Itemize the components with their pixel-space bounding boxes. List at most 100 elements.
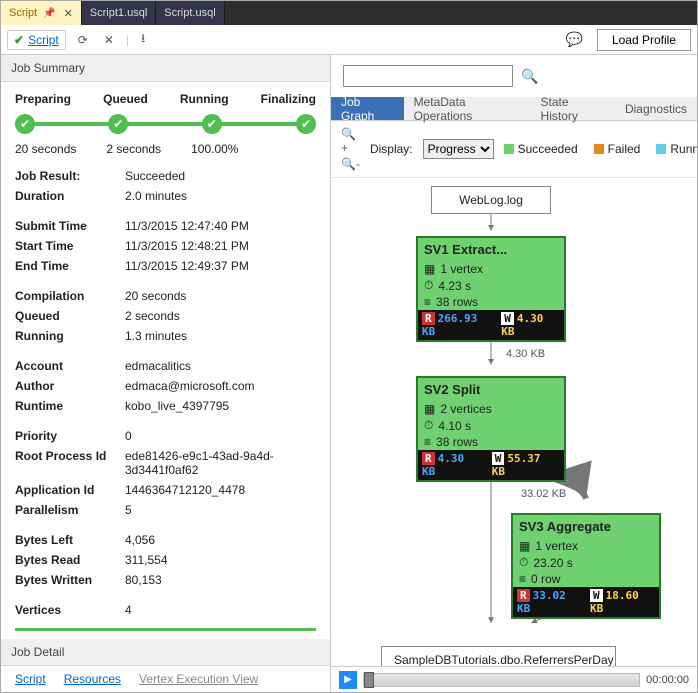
summary-value: 2.0 minutes	[125, 189, 316, 203]
node-title: SV3 Aggregate	[513, 515, 659, 538]
summary-value: 4	[125, 603, 316, 617]
clock-icon: ⏱	[424, 278, 433, 293]
summary-key: Submit Time	[15, 219, 125, 233]
stage-running: Running	[180, 92, 229, 106]
display-row: 🔍+ 🔍- Display: Progress Succeeded Failed…	[331, 121, 697, 178]
script-button-label: Script	[28, 33, 59, 47]
playback-time: 00:00:00	[646, 674, 689, 686]
script-button[interactable]: ✔ Script	[7, 30, 66, 50]
edge-label: 4.30 KB	[506, 348, 545, 360]
tab-job-graph[interactable]: Job Graph	[331, 97, 404, 120]
graph-node-sv3[interactable]: SV3 Aggregate ▦1 vertex ⏱23.20 s ≡0 row …	[511, 513, 661, 619]
node-time: 4.23 s	[438, 279, 471, 293]
graph-output-node[interactable]: SampleDBTutorials.dbo.ReferrersPerDay	[381, 646, 616, 666]
refresh-icon[interactable]: ⟳	[74, 31, 92, 49]
feedback-icon[interactable]: 💬	[566, 31, 583, 48]
summary-key: End Time	[15, 259, 125, 273]
node-label: WebLog.log	[459, 193, 523, 207]
load-profile-button[interactable]: Load Profile	[597, 29, 691, 51]
cancel-icon[interactable]: ✕	[100, 31, 118, 49]
tab-state-history[interactable]: State History	[531, 97, 615, 120]
summary-row: Compilation20 seconds	[1, 286, 330, 306]
summary-row: Vertices4	[1, 600, 330, 620]
graph-node-sv1[interactable]: SV1 Extract... ▦1 vertex ⏱4.23 s ≡38 row…	[416, 236, 566, 342]
tab-label: Script1.usql	[90, 7, 147, 19]
summary-value: 5	[125, 503, 316, 517]
summary-key: Account	[15, 359, 125, 373]
summary-key: Vertices	[15, 603, 125, 617]
download-icon[interactable]: ⭳	[137, 27, 149, 52]
tab-script[interactable]: Script 📌 ✕	[1, 1, 82, 25]
summary-value: 80,153	[125, 573, 316, 587]
close-icon[interactable]: ✕	[64, 7, 73, 20]
summary-row: Queued2 seconds	[1, 306, 330, 326]
summary-value: ede81426-e9c1-43ad-9a4d-3d3441f0af62	[125, 449, 316, 477]
legend-label: Succeeded	[518, 142, 578, 156]
summary-value: edmacalitics	[125, 359, 316, 373]
stage-dot: ✔	[202, 114, 222, 134]
summary-key: Root Process Id	[15, 449, 125, 477]
playback-thumb[interactable]	[364, 672, 374, 688]
zoom-in-icon[interactable]: 🔍+	[341, 127, 360, 155]
summary-value: 11/3/2015 12:47:40 PM	[125, 219, 316, 233]
display-select[interactable]: Progress	[423, 139, 494, 159]
tab-script-usql[interactable]: Script.usql	[156, 1, 224, 25]
summary-value: 11/3/2015 12:49:37 PM	[125, 259, 316, 273]
graph-node-sv2[interactable]: SV2 Split ▦2 vertices ⏱4.10 s ≡38 rows R…	[416, 376, 566, 482]
summary-row: Root Process Idede81426-e9c1-43ad-9a4d-3…	[1, 446, 330, 480]
node-label: SampleDBTutorials.dbo.ReferrersPerDay	[394, 653, 614, 666]
graph-canvas[interactable]: WebLog.log SV1 Extract... ▦1 vertex ⏱4.2…	[331, 178, 697, 666]
node-rows: 38 rows	[436, 435, 478, 449]
stage-dot: ✔	[108, 114, 128, 134]
pin-icon: 📌	[43, 8, 55, 19]
rows-icon: ≡	[424, 435, 431, 449]
vertices-icon: ▦	[519, 539, 530, 553]
summary-key: Bytes Written	[15, 573, 125, 587]
document-tabs: Script 📌 ✕ Script1.usql Script.usql	[1, 1, 697, 25]
graph-input-node[interactable]: WebLog.log	[431, 186, 551, 214]
summary-key: Application Id	[15, 483, 125, 497]
zoom-out-icon[interactable]: 🔍-	[341, 157, 360, 171]
tab-diagnostics[interactable]: Diagnostics	[615, 97, 697, 120]
summary-row: Bytes Left4,056	[1, 530, 330, 550]
legend-label: Running	[670, 142, 697, 156]
job-summary-panel: Job Summary Preparing Queued Running Fin…	[1, 55, 331, 692]
summary-value: edmaca@microsoft.com	[125, 379, 316, 393]
summary-key: Priority	[15, 429, 125, 443]
summary-key: Start Time	[15, 239, 125, 253]
tab-script1-usql[interactable]: Script1.usql	[82, 1, 156, 25]
detail-link-vev[interactable]: Vertex Execution View	[139, 672, 258, 686]
playback-track[interactable]	[363, 673, 640, 687]
stage-labels: Preparing Queued Running Finalizing	[1, 82, 330, 106]
summary-key: Compilation	[15, 289, 125, 303]
summary-key: Runtime	[15, 399, 125, 413]
search-icon[interactable]: 🔍	[521, 68, 538, 85]
summary-row: Runtimekobo_live_4397795	[1, 396, 330, 416]
play-button[interactable]: ▶	[339, 671, 357, 689]
node-vertices: 1 vertex	[440, 262, 483, 276]
summary-row: Priority0	[1, 426, 330, 446]
summary-row: End Time11/3/2015 12:49:37 PM	[1, 256, 330, 276]
clock-icon: ⏱	[519, 555, 528, 570]
stage-finalizing: Finalizing	[261, 92, 316, 106]
summary-value: 1446364712120_4478	[125, 483, 316, 497]
summary-value: Succeeded	[125, 169, 316, 183]
job-summary-header: Job Summary	[1, 55, 330, 82]
detail-links: Script Resources Vertex Execution View	[1, 666, 330, 692]
summary-key: Bytes Left	[15, 533, 125, 547]
tab-metadata-operations[interactable]: MetaData Operations	[404, 97, 531, 120]
right-tabs: Job Graph MetaData Operations State Hist…	[331, 97, 697, 121]
search-input[interactable]	[343, 65, 513, 87]
summary-row: Bytes Written80,153	[1, 570, 330, 590]
summary-value: 1.3 minutes	[125, 329, 316, 343]
search-row: 🔍	[331, 55, 697, 97]
edge-label: 33.02 KB	[521, 488, 566, 500]
summary-row: Application Id1446364712120_4478	[1, 480, 330, 500]
summary-key: Running	[15, 329, 125, 343]
stage-dot: ✔	[296, 114, 316, 134]
node-rows: 38 rows	[436, 295, 478, 309]
job-graph-panel: 🔍 Job Graph MetaData Operations State Hi…	[331, 55, 697, 692]
detail-link-resources[interactable]: Resources	[64, 672, 121, 686]
stage-values: 20 seconds 2 seconds 100.00%	[1, 142, 330, 166]
detail-link-script[interactable]: Script	[15, 672, 46, 686]
